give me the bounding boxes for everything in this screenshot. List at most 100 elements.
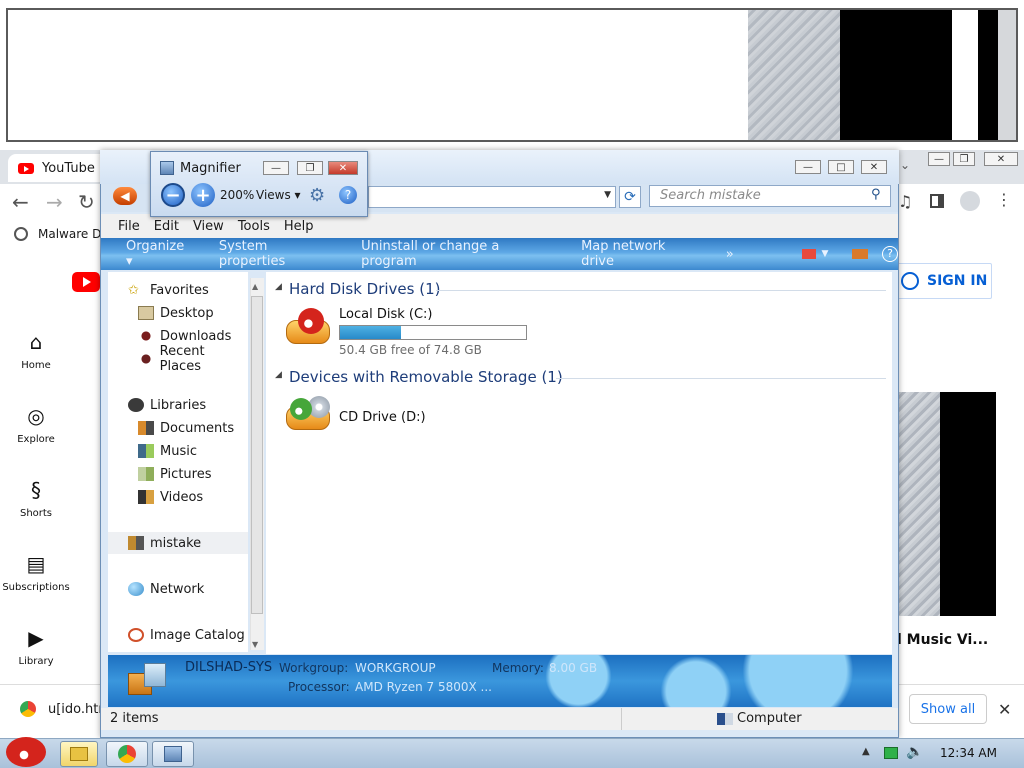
- chrome-icon: [118, 745, 136, 763]
- organize-button[interactable]: Organize ▾: [126, 239, 194, 269]
- zoom-out-button[interactable]: −: [161, 183, 185, 207]
- uninstall-program-button[interactable]: Uninstall or change a program: [361, 239, 556, 269]
- scroll-down-icon[interactable]: ▼: [252, 640, 258, 649]
- group-header-removable[interactable]: Devices with Removable Storage (1): [289, 368, 563, 386]
- tab-title: YouTube: [42, 160, 95, 176]
- map-network-drive-button[interactable]: Map network drive: [581, 239, 701, 269]
- taskbar-clock[interactable]: 12:34 AM: [940, 746, 997, 760]
- collapse-removable-icon[interactable]: ◢: [275, 370, 282, 380]
- tab-search-chevron-icon[interactable]: ⌄: [900, 158, 910, 172]
- menu-tools[interactable]: Tools: [238, 219, 270, 234]
- nav-pane-scroll-thumb[interactable]: [251, 296, 263, 614]
- menu-view[interactable]: View: [193, 219, 224, 234]
- zoom-in-button[interactable]: +: [191, 183, 215, 207]
- more-commands-button[interactable]: »: [726, 247, 734, 262]
- address-dropdown-icon[interactable]: ▼: [604, 190, 611, 200]
- sidebar-item-home[interactable]: ⌂ Home: [0, 330, 72, 371]
- sign-in-button[interactable]: SIGN IN: [892, 263, 992, 299]
- gear-icon[interactable]: ⚙: [309, 185, 325, 206]
- address-field[interactable]: ▼: [368, 186, 616, 208]
- local-disk-c-label[interactable]: Local Disk (C:): [339, 307, 432, 322]
- sidebar-label: Explore: [17, 434, 55, 445]
- libraries-icon: [128, 398, 144, 412]
- youtube-logo-icon[interactable]: [72, 272, 100, 292]
- magnifier-close-button[interactable]: ✕: [328, 161, 358, 175]
- menu-file[interactable]: File: [118, 219, 140, 234]
- browser-restore-button[interactable]: ❐: [953, 152, 975, 166]
- nav-label: Pictures: [160, 466, 212, 482]
- profile-avatar-icon[interactable]: [960, 191, 980, 211]
- magnifier-help-icon[interactable]: ?: [339, 186, 357, 204]
- taskbar-magnifier-button[interactable]: [152, 741, 194, 767]
- search-input[interactable]: Search mistake: [649, 185, 891, 207]
- sidebar-item-explore[interactable]: ◎ Explore: [0, 404, 72, 445]
- show-hidden-icons-icon[interactable]: ▲: [862, 746, 870, 757]
- system-properties-button[interactable]: System properties: [219, 239, 336, 269]
- nav-libraries[interactable]: Libraries: [128, 394, 206, 416]
- volume-icon[interactable]: 🔈: [906, 744, 923, 760]
- collapse-hdd-icon[interactable]: ◢: [275, 282, 282, 292]
- chrome-menu-icon[interactable]: ⋮: [996, 190, 1012, 209]
- forward-arrow-icon[interactable]: →: [46, 190, 63, 214]
- magnifier-toolbar[interactable]: Magnifier — ❐ ✕ − + 200% Views ▾ ⚙ ?: [150, 151, 368, 217]
- processor-label: Processor:: [288, 680, 350, 694]
- taskbar-chrome-button[interactable]: [106, 741, 148, 767]
- side-panel-icon[interactable]: [930, 194, 944, 208]
- nav-network[interactable]: Network: [128, 578, 204, 600]
- back-arrow-icon[interactable]: ←: [12, 190, 29, 214]
- group-header-hdd[interactable]: Hard Disk Drives (1): [289, 280, 440, 298]
- group-divider: [556, 378, 886, 379]
- video-thumbnail[interactable]: [898, 392, 996, 616]
- reload-icon[interactable]: ↻: [78, 190, 95, 214]
- browser-tab-youtube[interactable]: YouTube: [8, 154, 108, 182]
- organize-label: Organize: [126, 239, 185, 254]
- close-download-shelf-icon[interactable]: ✕: [998, 700, 1011, 719]
- search-icon[interactable]: ⚲: [871, 187, 881, 202]
- nav-desktop[interactable]: Desktop: [138, 302, 214, 324]
- local-disk-icon[interactable]: [286, 308, 332, 348]
- help-icon[interactable]: ?: [882, 246, 898, 262]
- download-item-name[interactable]: u[ido.htr: [48, 702, 104, 717]
- sidebar-item-shorts[interactable]: § Shorts: [0, 478, 72, 519]
- views-dropdown[interactable]: Views ▾: [256, 188, 301, 202]
- nav-videos[interactable]: Videos: [138, 486, 203, 508]
- taskbar-file-explorer-button[interactable]: [60, 741, 98, 767]
- bookmark-malware[interactable]: Malware D: [38, 227, 101, 241]
- sidebar-item-subscriptions[interactable]: ▤ Subscriptions: [0, 552, 72, 593]
- menu-help[interactable]: Help: [284, 219, 314, 234]
- nav-music[interactable]: Music: [138, 440, 197, 462]
- magnifier-restore-button[interactable]: ❐: [297, 161, 323, 175]
- explorer-maximize-button[interactable]: □: [828, 160, 854, 174]
- explorer-close-button[interactable]: ✕: [861, 160, 887, 174]
- menu-edit[interactable]: Edit: [154, 219, 179, 234]
- nav-documents[interactable]: Documents: [138, 417, 234, 439]
- nav-label: Recent Places: [159, 344, 205, 374]
- explorer-minimize-button[interactable]: —: [795, 160, 821, 174]
- show-all-button[interactable]: Show all: [909, 694, 987, 724]
- magnifier-minimize-button[interactable]: —: [263, 161, 289, 175]
- browser-minimize-button[interactable]: —: [928, 152, 950, 166]
- scroll-up-icon[interactable]: ▲: [252, 282, 258, 291]
- status-bar: 2 items Computer: [101, 708, 898, 730]
- nav-favorites[interactable]: ✩ Favorites: [128, 279, 209, 301]
- computer-details-icon: [128, 661, 168, 697]
- network-status-icon[interactable]: [884, 747, 898, 759]
- view-options-icon[interactable]: [801, 249, 816, 259]
- start-button[interactable]: [4, 733, 48, 767]
- youtube-favicon-icon: [18, 162, 34, 174]
- sidebar-item-library[interactable]: ▶ Library: [0, 626, 72, 667]
- media-controls-icon[interactable]: ♫: [898, 192, 912, 211]
- browser-close-button[interactable]: ✕: [984, 152, 1018, 166]
- nav-pictures[interactable]: Pictures: [138, 463, 211, 485]
- sign-in-label: SIGN IN: [927, 273, 988, 289]
- cd-drive-d-label[interactable]: CD Drive (D:): [339, 410, 426, 425]
- cd-drive-icon[interactable]: [286, 394, 332, 434]
- preview-pane-icon[interactable]: [852, 249, 869, 259]
- back-button[interactable]: ◀: [113, 187, 137, 205]
- video-title[interactable]: l Music Vi...: [897, 632, 988, 648]
- nav-recent-places[interactable]: Recent Places: [138, 344, 248, 374]
- nav-image-catalog[interactable]: Image Catalog: [128, 624, 245, 646]
- nav-computer[interactable]: mistake: [108, 532, 248, 554]
- refresh-button[interactable]: ⟳: [619, 186, 641, 208]
- view-dropdown-icon[interactable]: ▼: [822, 249, 829, 259]
